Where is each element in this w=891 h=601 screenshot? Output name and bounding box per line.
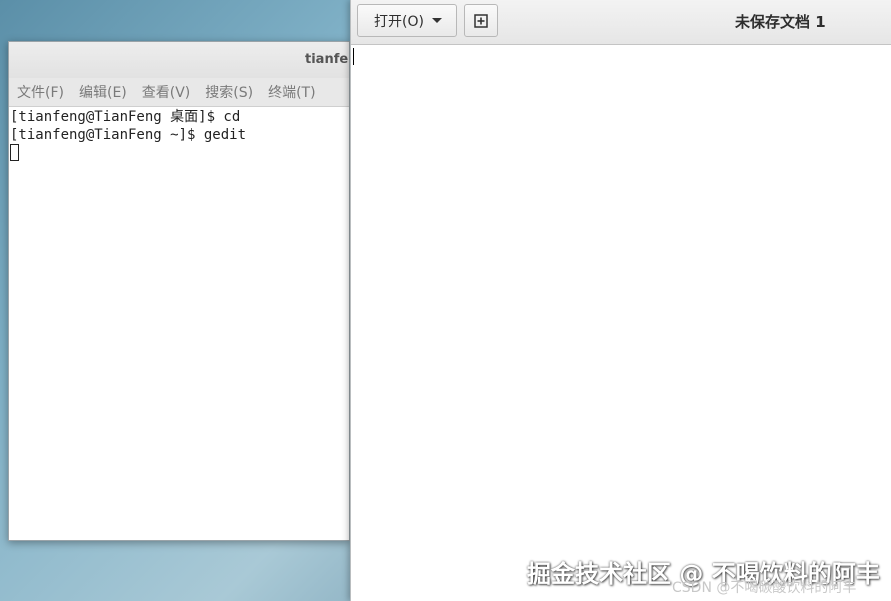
new-document-icon (474, 13, 488, 28)
watermark-sub: CSDN @不喝碳酸饮料的阿丰 (672, 580, 857, 596)
terminal-cursor (10, 144, 19, 161)
menu-file[interactable]: 文件(F) (17, 82, 64, 102)
menu-terminal[interactable]: 终端(T) (268, 82, 315, 102)
text-editor-area[interactable] (351, 45, 891, 601)
document-title: 未保存文档 1 (735, 13, 826, 31)
menu-edit[interactable]: 编辑(E) (79, 82, 127, 102)
terminal-prompt-line (10, 144, 349, 162)
open-button-label: 打开(O) (374, 13, 424, 30)
new-document-button[interactable] (464, 4, 498, 37)
menu-search[interactable]: 搜索(S) (205, 82, 253, 102)
gedit-headerbar: 打开(O) 未保存文档 1 (351, 0, 891, 45)
gedit-window[interactable]: 打开(O) 未保存文档 1 (350, 0, 891, 601)
menu-view[interactable]: 查看(V) (142, 82, 191, 102)
text-caret (353, 48, 354, 65)
open-button[interactable]: 打开(O) (357, 4, 457, 37)
terminal-line: [tianfeng@TianFeng 桌面]$ cd (10, 109, 241, 125)
terminal-line: [tianfeng@TianFeng ~]$ gedit (10, 127, 247, 143)
terminal-title: tianfen (305, 52, 349, 67)
terminal-titlebar[interactable]: tianfen (9, 42, 349, 78)
terminal-output[interactable]: [tianfeng@TianFeng 桌面]$ cd [tianfeng@Tia… (9, 108, 349, 540)
chevron-down-icon (431, 18, 442, 23)
terminal-window[interactable]: tianfen 文件(F) 编辑(E) 查看(V) 搜索(S) 终端(T) [t… (8, 41, 350, 541)
terminal-menubar: 文件(F) 编辑(E) 查看(V) 搜索(S) 终端(T) (9, 78, 349, 107)
